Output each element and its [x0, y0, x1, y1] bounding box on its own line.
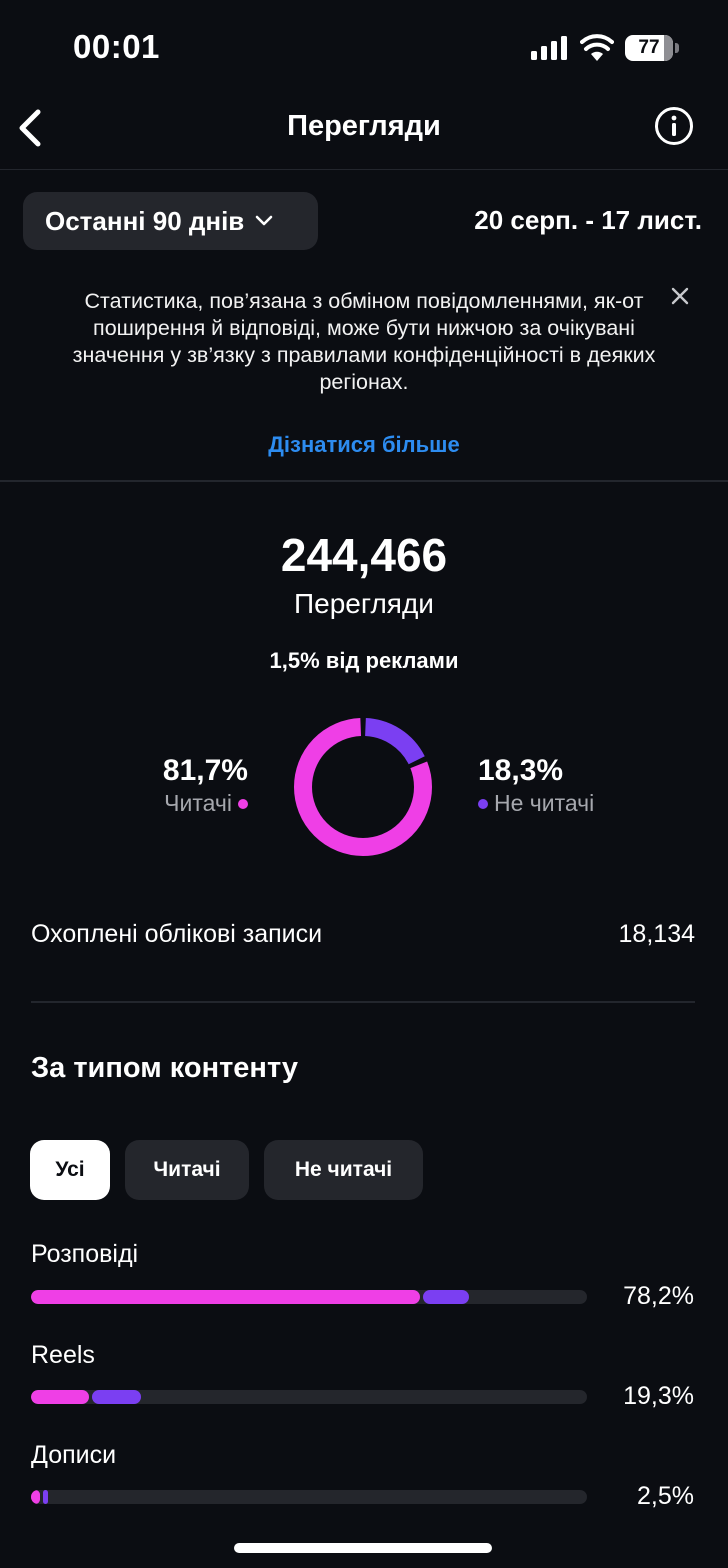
- home-indicator: [234, 1543, 492, 1553]
- content-type-title: За типом контенту: [31, 1052, 299, 1084]
- nonfollowers-segment: [423, 1290, 469, 1304]
- date-range-text: 20 серп. - 17 лист.: [474, 205, 702, 235]
- total-views-value: 244,466: [280, 529, 448, 581]
- page-title: Перегляди: [287, 110, 441, 142]
- nonfollowers-segment: [92, 1390, 142, 1404]
- date-range-dropdown[interactable]: Останні 90 днів: [23, 192, 318, 250]
- battery-level: 77: [638, 37, 660, 58]
- content-type-label: Дописи: [31, 1441, 117, 1469]
- content-type-percent: 78,2%: [623, 1282, 694, 1310]
- info-icon[interactable]: [654, 106, 694, 146]
- status-bar: 00:01 77: [0, 0, 728, 96]
- followers-percent: 81,7%: [162, 754, 248, 787]
- divider: [31, 1001, 695, 1003]
- filter-chip-followers[interactable]: Читачі: [125, 1140, 249, 1200]
- privacy-notice: Статистика, пов’язана з обміном повідомл…: [0, 272, 728, 482]
- content-type-label: Розповіді: [31, 1240, 139, 1268]
- followers-legend-dot: [238, 798, 248, 809]
- nav-bar: Перегляди: [0, 96, 728, 170]
- followers-segment: [31, 1490, 41, 1504]
- content-type-bar: [31, 1390, 587, 1404]
- close-icon[interactable]: [670, 286, 690, 306]
- accounts-reached-label: Охоплені облікові записи: [31, 920, 323, 948]
- content-type-label: Reels: [31, 1341, 95, 1369]
- date-range-label: Останні 90 днів: [45, 205, 245, 236]
- status-time: 00:01: [73, 28, 160, 65]
- content-type-percent: 2,5%: [637, 1482, 694, 1510]
- content-type-bar: [31, 1290, 587, 1304]
- filter-chip-nonfollowers[interactable]: Не читачі: [264, 1140, 423, 1200]
- total-views-label: Перегляди: [294, 588, 434, 619]
- views-donut-chart: [294, 718, 432, 856]
- accounts-reached-row: Охоплені облікові записи 18,134: [31, 920, 695, 949]
- nonfollowers-stat: 18,3% Не читачі: [478, 754, 594, 817]
- cellular-signal-icon: [531, 36, 567, 60]
- wifi-icon: [580, 34, 614, 61]
- followers-label: Читачі: [164, 790, 232, 816]
- nonfollowers-percent: 18,3%: [478, 754, 564, 787]
- content-type-percent: 19,3%: [623, 1382, 694, 1410]
- notice-text: Статистика, пов’язана з обміном повідомл…: [72, 289, 656, 394]
- nonfollowers-segment: [43, 1490, 48, 1504]
- nonfollowers-label: Не читачі: [494, 790, 595, 816]
- content-type-bar: [31, 1490, 587, 1504]
- ads-share-text: 1,5% від реклами: [269, 648, 459, 673]
- nonfollowers-legend-dot: [478, 798, 488, 809]
- learn-more-link[interactable]: Дізнатися більше: [0, 432, 728, 458]
- battery-icon: 77: [625, 35, 673, 61]
- followers-segment: [31, 1290, 421, 1304]
- followers-stat: 81,7% Читачі: [163, 754, 248, 817]
- filter-chip-all[interactable]: Усі: [30, 1140, 110, 1200]
- chevron-down-icon: [255, 215, 273, 226]
- followers-segment: [31, 1390, 90, 1404]
- accounts-reached-value: 18,134: [618, 920, 695, 948]
